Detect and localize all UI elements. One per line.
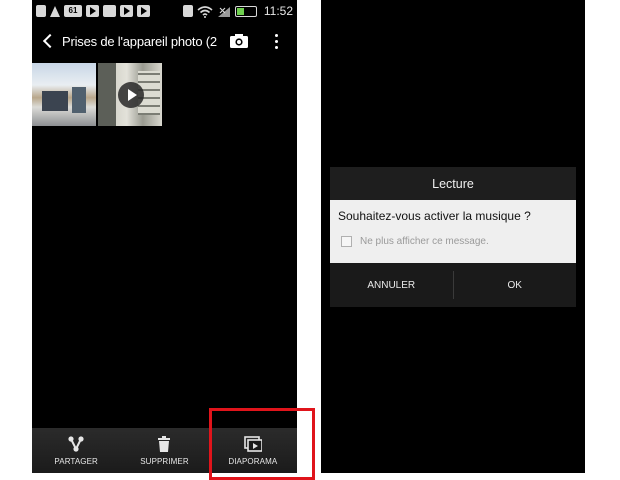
diaporama-highlight <box>209 408 315 480</box>
back-arrow-notification-icon <box>36 5 46 17</box>
more-vertical-icon <box>274 33 278 37</box>
play-store-icon <box>86 5 99 17</box>
wifi-icon <box>197 5 213 18</box>
chevron-left-icon <box>42 33 58 49</box>
ok-button[interactable]: OK <box>454 263 577 307</box>
thumbnail-grid <box>32 63 162 126</box>
notification-badge: 61 <box>64 5 82 17</box>
play-store-icon <box>137 5 150 17</box>
more-options-button[interactable] <box>268 30 284 52</box>
signal-icon <box>217 5 231 17</box>
play-icon <box>118 82 144 108</box>
delete-label: SUPPRIMER <box>140 456 189 466</box>
trash-icon <box>158 435 171 452</box>
status-time: 11:52 <box>263 4 293 18</box>
left-phone-screen: 61 11:52 Prises de l'appareil photo (2 P… <box>32 0 297 473</box>
dont-show-again-checkbox[interactable] <box>341 236 352 247</box>
back-button[interactable] <box>32 22 62 60</box>
dialog-buttons: ANNULER OK <box>330 263 576 307</box>
photo-thumbnail[interactable] <box>32 63 96 126</box>
dialog-title: Lecture <box>330 167 576 200</box>
delete-button[interactable]: SUPPRIMER <box>120 428 208 473</box>
navigation-icon <box>50 5 60 17</box>
battery-icon <box>234 5 257 17</box>
dialog-body: Souhaitez-vous activer la musique ? Ne p… <box>330 200 576 263</box>
right-phone-screen: Lecture Souhaitez-vous activer la musiqu… <box>321 0 585 473</box>
dialog-question: Souhaitez-vous activer la musique ? <box>338 209 531 223</box>
status-bar: 61 11:52 <box>32 0 297 22</box>
video-thumbnail[interactable] <box>98 63 162 126</box>
vibrate-icon <box>182 5 193 17</box>
camera-icon <box>230 34 248 48</box>
video-icon <box>103 5 116 17</box>
dont-show-again-label: Ne plus afficher ce message. <box>360 236 489 247</box>
play-store-icon <box>120 5 133 17</box>
music-dialog: Lecture Souhaitez-vous activer la musiqu… <box>330 167 576 307</box>
dont-show-again-row[interactable]: Ne plus afficher ce message. <box>341 236 568 247</box>
cancel-button[interactable]: ANNULER <box>330 263 453 307</box>
title-bar: Prises de l'appareil photo (2 <box>32 22 297 60</box>
share-label: PARTAGER <box>54 456 98 466</box>
share-button[interactable]: PARTAGER <box>32 428 120 473</box>
album-title: Prises de l'appareil photo (2 <box>62 33 217 49</box>
camera-button[interactable] <box>228 30 250 52</box>
share-icon <box>68 435 84 452</box>
